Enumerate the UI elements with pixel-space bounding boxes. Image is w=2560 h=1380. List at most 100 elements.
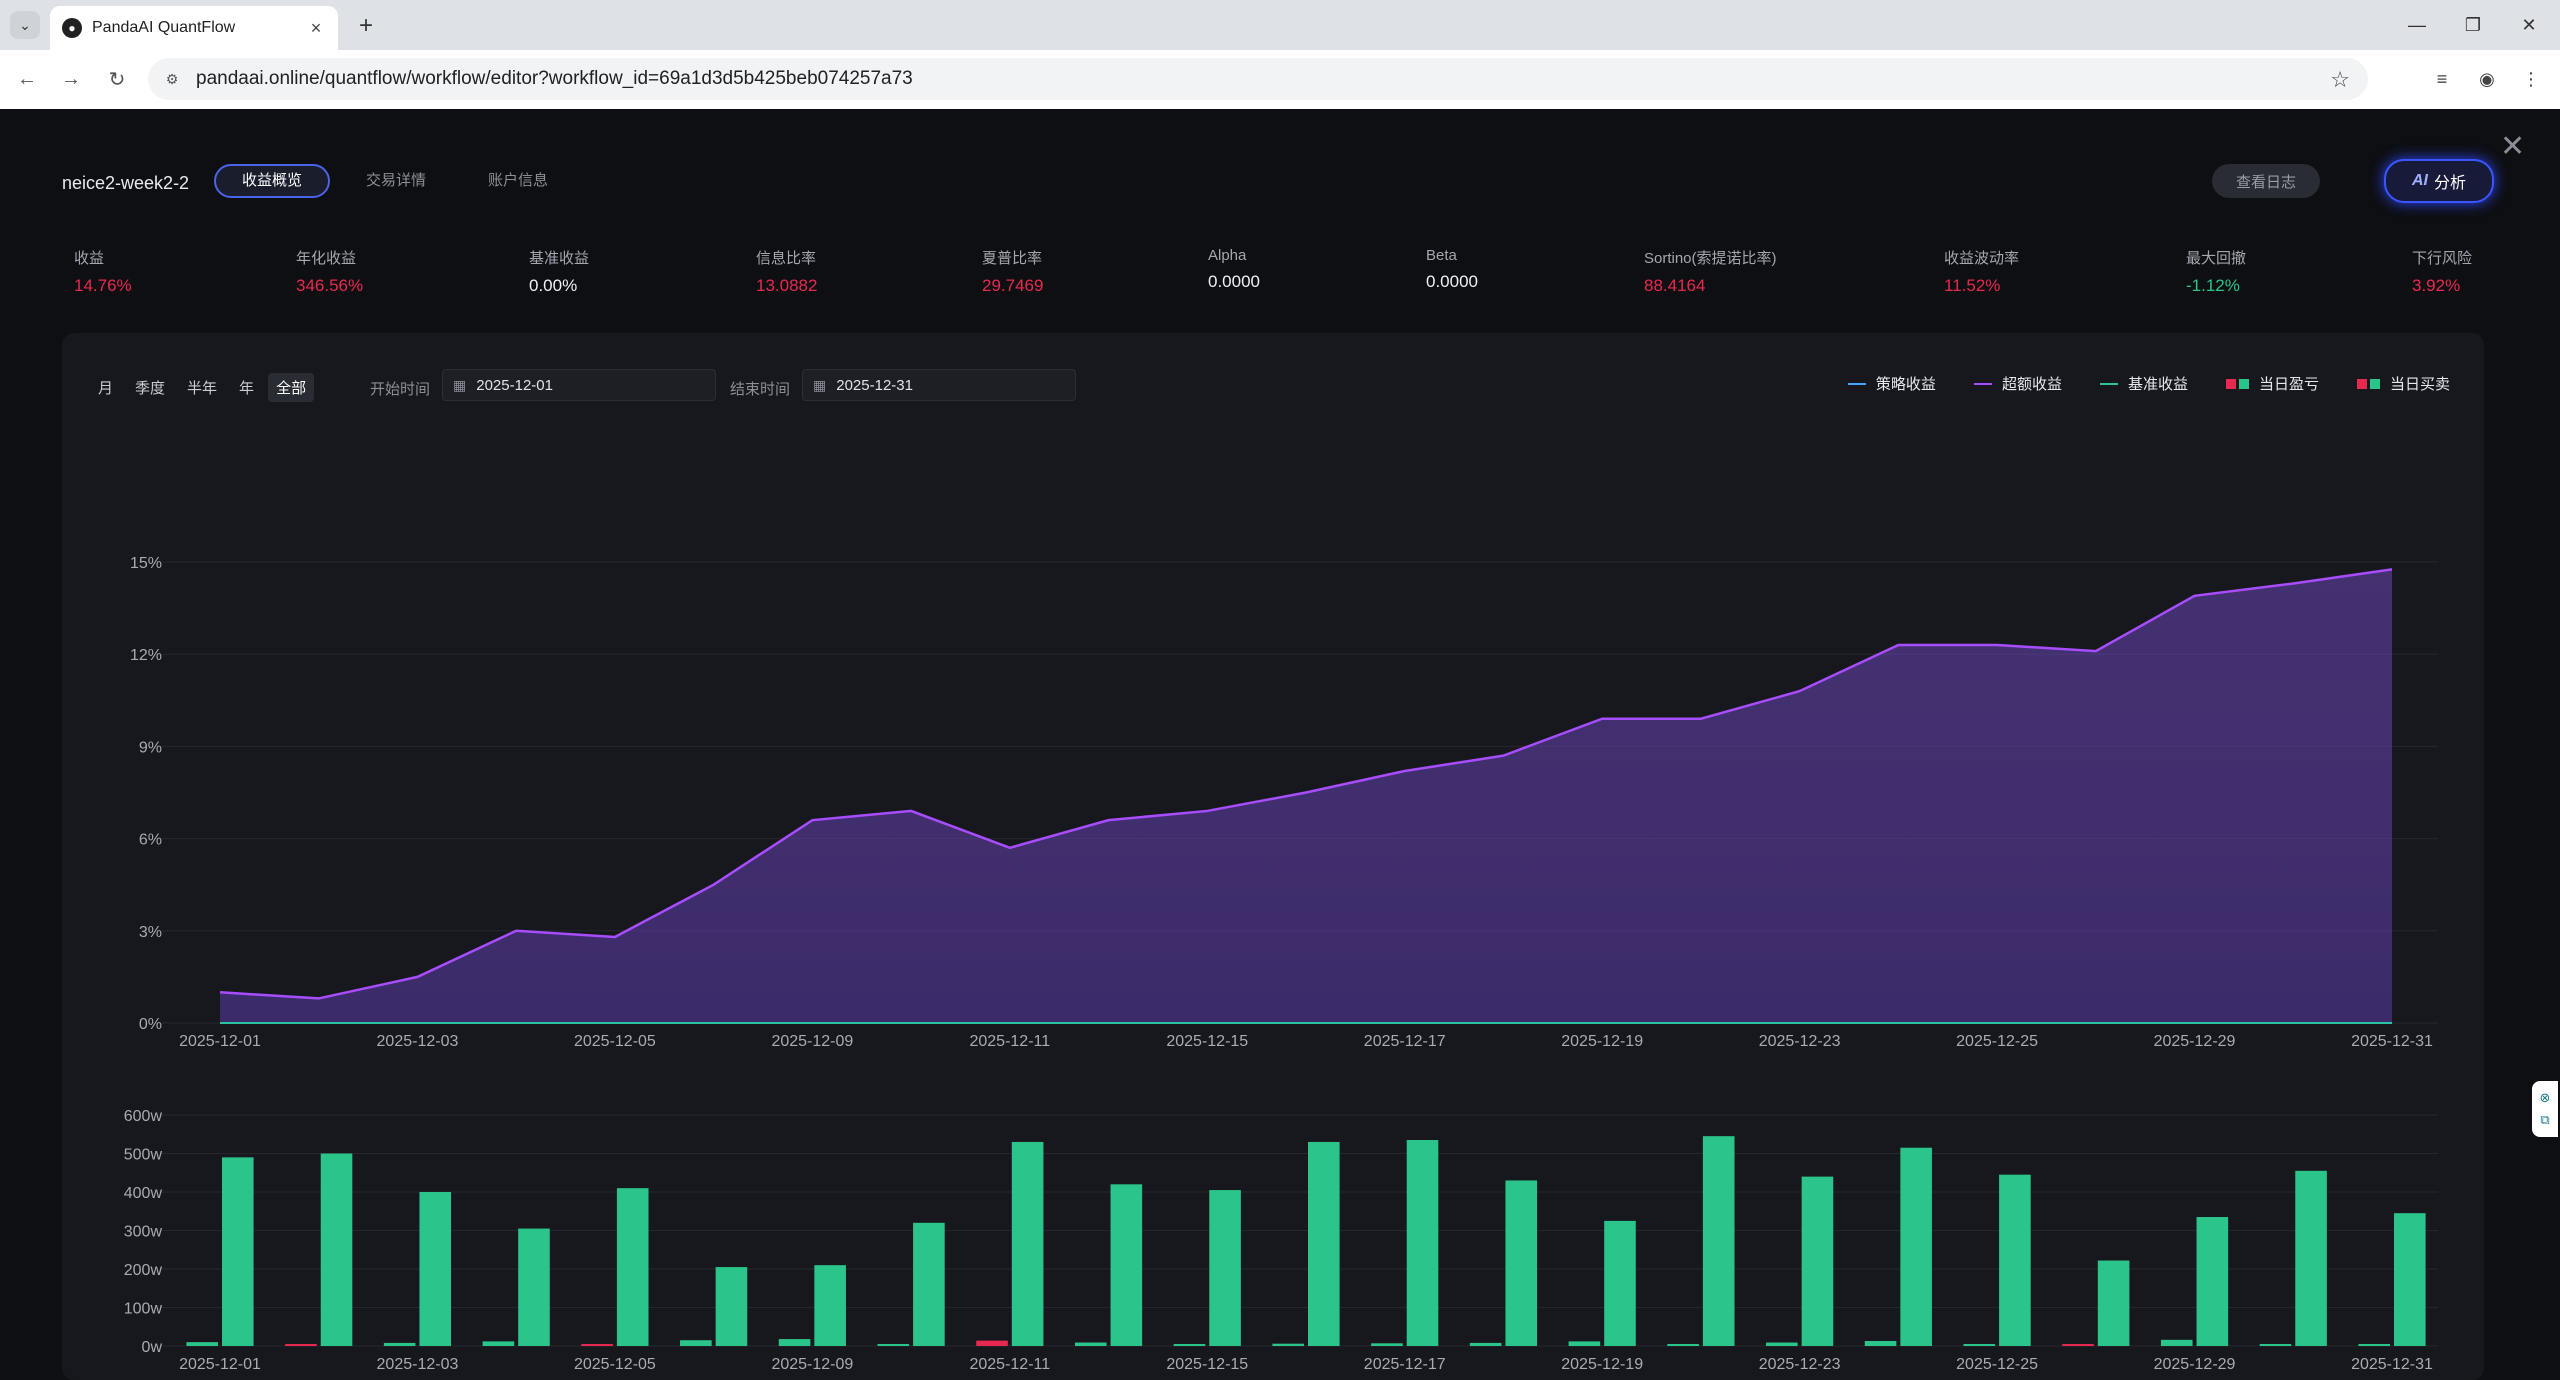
tab-title: PandaAI QuantFlow [92,19,236,36]
metric-value: 13.0882 [756,276,818,295]
browser-tab[interactable]: ● PandaAI QuantFlow × [50,6,338,50]
metric-value: 0.00% [529,276,578,295]
tab-strip: ⌄ ● PandaAI QuantFlow × + — ❐ ✕ [0,0,2560,50]
y-tick-label: 300w [124,1224,163,1241]
y-tick-label: 500w [124,1147,163,1164]
x-tick-label: 2025-12-09 [771,1356,853,1373]
daily-pnl-bar [1469,1342,1502,1346]
tab-trade-details[interactable]: 交易详情 [340,164,452,198]
tab-overview[interactable]: 收益概览 [214,164,331,198]
address-bar[interactable]: ⚙ pandaai.online/quantflow/workflow/edit… [148,58,2368,100]
window-close-icon[interactable]: ✕ [2504,8,2554,42]
metric-8: 收益波动率 11.52% [1944,247,2019,296]
x-tick-label: 2025-12-15 [1166,1033,1248,1050]
view-log-button[interactable]: 查看日志 [2212,164,2320,198]
metric-value: 0.0000 [1208,272,1260,291]
x-tick-label: 2025-12-29 [2154,1033,2236,1050]
metric-value: 346.56% [296,276,364,295]
daily-pnl-bar [1074,1342,1107,1346]
daily-trade-bar [715,1267,748,1346]
close-icon[interactable]: ✕ [2500,129,2525,164]
bookmark-star-icon[interactable]: ☆ [2330,67,2350,93]
daily-trade-bar [1900,1147,1932,1346]
x-tick-label: 2025-12-29 [2154,1356,2236,1373]
daily-trade-bar [1209,1190,1241,1346]
x-tick-label: 2025-12-31 [2351,1356,2433,1373]
restore-icon[interactable]: ❐ [2448,8,2498,42]
tab-account-info[interactable]: 账户信息 [462,164,574,198]
y-tick-label: 15% [130,555,162,572]
daily-trade-bar [814,1265,846,1346]
browser-toolbar: ← → ↻ ⚙ pandaai.online/quantflow/workflo… [0,50,2560,110]
menu-dots-icon[interactable]: ⋮ [2516,64,2546,94]
metric-label: Sortino(索提诺比率) [1644,250,1777,267]
profile-icon[interactable]: ◉ [2472,64,2502,94]
metric-9: 最大回撤 -1.12% [2186,247,2246,296]
minimize-icon[interactable]: — [2392,8,2442,42]
close-circle-icon[interactable]: ⊗ [2540,1090,2551,1106]
new-tab-button[interactable]: + [352,12,380,40]
daily-trade-bar [1308,1141,1340,1346]
x-tick-label: 2025-12-19 [1561,1356,1643,1373]
metric-4: 夏普比率 29.7469 [982,247,1043,296]
daily-trade-bar [1801,1176,1834,1346]
y-tick-label: 600w [124,1108,163,1125]
copy-icon[interactable]: ⧉ [2540,1112,2549,1128]
x-tick-label: 2025-12-23 [1759,1356,1841,1373]
y-tick-label: 6% [139,832,162,849]
url-text[interactable]: pandaai.online/quantflow/workflow/editor… [196,68,913,90]
reload-icon[interactable]: ↻ [102,64,132,94]
report-tabs: 收益概览 交易详情 账户信息 [214,164,574,198]
x-tick-label: 2025-12-17 [1364,1033,1446,1050]
y-tick-label: 3% [139,924,162,941]
y-tick-label: 0% [139,1016,162,1033]
y-tick-label: 400w [124,1185,163,1202]
daily-pnl-bar [285,1344,317,1346]
daily-trade-bar [1011,1141,1044,1346]
daily-pnl-bar [2358,1344,2390,1346]
x-tick-label: 2025-12-03 [377,1356,459,1373]
daily-pnl-bar [680,1340,712,1346]
tab-close-icon[interactable]: × [304,16,328,40]
daily-pnl-bar [2062,1344,2094,1346]
forward-icon[interactable]: → [56,64,86,94]
x-tick-label: 2025-12-05 [574,1356,656,1373]
metric-value: 88.4164 [1644,276,1706,295]
x-tick-label: 2025-12-19 [1561,1033,1643,1050]
daily-trade-bar [1702,1136,1735,1346]
returns-chart: 0% 3% 6% 9% 12% 15% 2025-12-01 2025-12-03 2025-1… [124,555,2438,1373]
daily-pnl-bar [976,1340,1008,1346]
daily-pnl-bar [482,1341,515,1346]
daily-pnl-bar [1173,1344,1206,1346]
x-tick-label: 2025-12-01 [179,1033,261,1050]
daily-pnl-bar [877,1344,910,1346]
daily-trade-bar [913,1222,945,1346]
chevron-down-icon: ⌄ [19,16,31,33]
back-icon[interactable]: ← [12,64,42,94]
media-control-icon[interactable]: ≡ [2427,64,2457,94]
x-tick-label: 2025-12-25 [1956,1033,2038,1050]
daily-trade-bar [2295,1170,2327,1346]
daily-pnl-bar [2259,1344,2292,1346]
x-tick-label: 2025-12-11 [969,1033,1050,1050]
x-tick-label: 2025-12-23 [1759,1033,1841,1050]
x-tick-label: 2025-12-03 [377,1033,459,1050]
metric-label: 最大回撤 [2186,250,2247,267]
tab-search-button[interactable]: ⌄ [10,11,40,39]
metric-0: 收益 14.76% [74,247,132,296]
metric-6: Beta 0.0000 [1426,247,1478,292]
daily-trade-bar [320,1153,353,1346]
side-widget[interactable]: ⊗ ⧉ [2532,1081,2558,1137]
ai-analysis-button[interactable]: AI 分析 [2384,159,2494,203]
daily-pnl-bar [1963,1344,1996,1346]
site-settings-icon[interactable]: ⚙ [160,67,184,91]
metric-value: 0.0000 [1426,272,1478,291]
metric-label: 基准收益 [529,250,590,267]
daily-trade-bar [222,1157,254,1346]
daily-trade-bar [1999,1174,2031,1346]
ai-icon: AI [2411,172,2428,189]
metric-value: -1.12% [2186,276,2240,295]
daily-pnl-bar [778,1339,811,1346]
metric-7: Sortino(索提诺比率) 88.4164 [1644,247,1777,296]
daily-trade-bar [2394,1213,2426,1346]
